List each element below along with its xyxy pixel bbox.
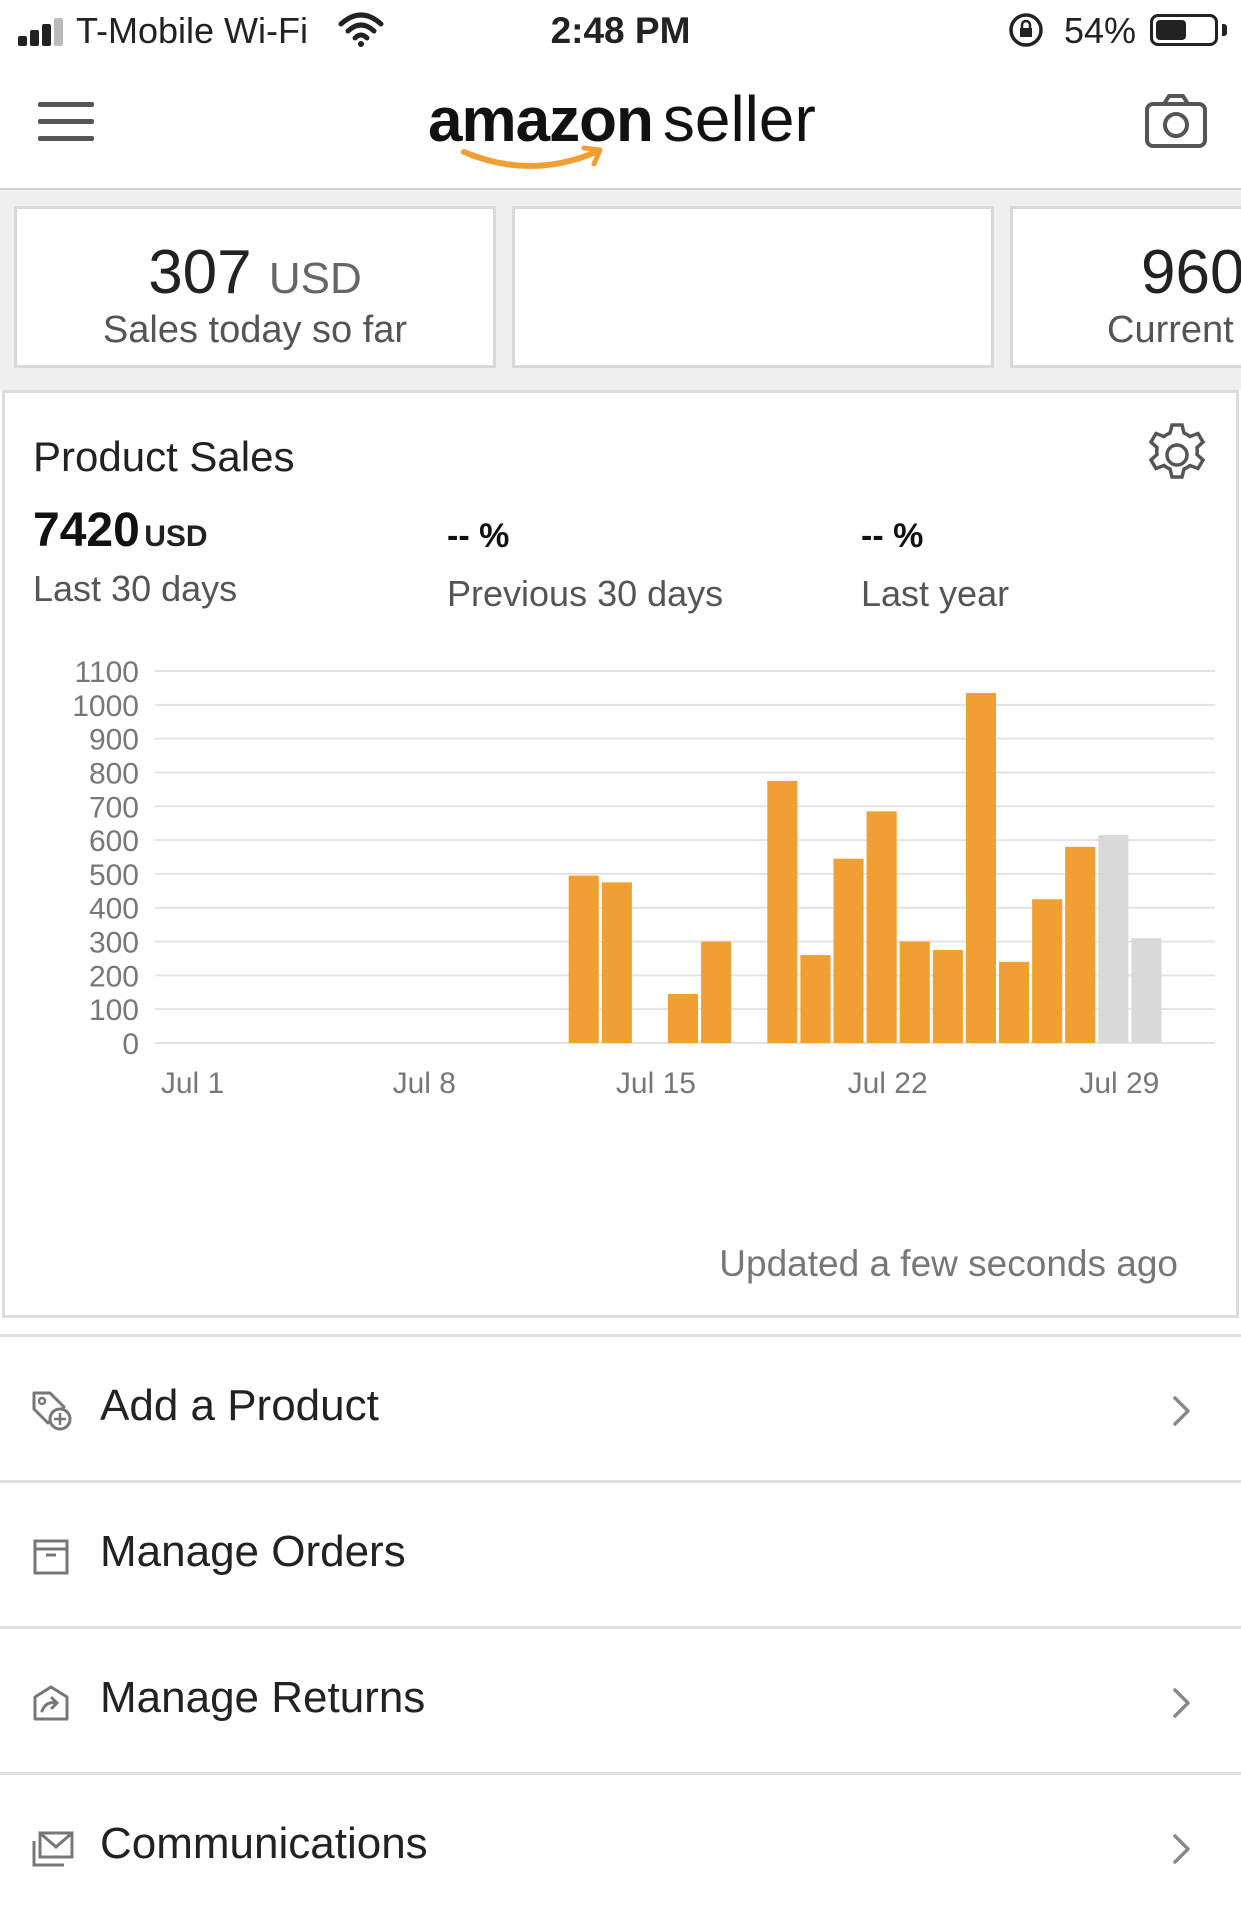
y-tick-label: 1000	[72, 690, 139, 723]
battery-level-fill	[1156, 20, 1186, 40]
stat-last-30-value: 7420	[33, 504, 140, 557]
list-item-label: Communications	[100, 1819, 428, 1868]
bar	[767, 780, 798, 1043]
y-tick-label: 100	[89, 994, 139, 1027]
tag-plus-icon	[32, 1391, 72, 1431]
current-card[interactable]: 960 Current	[1010, 206, 1241, 368]
stat-last-year-value: -- %	[861, 517, 924, 555]
bar	[1098, 835, 1129, 1043]
chevron-right-icon	[1173, 1834, 1190, 1864]
sales-today-label: Sales today so far	[102, 309, 408, 351]
box-icon	[33, 1539, 69, 1575]
sales-today-unit: USD	[268, 254, 362, 303]
camera-icon[interactable]	[1144, 92, 1208, 150]
bar	[601, 882, 632, 1043]
sales-today-value: 307 USD	[17, 237, 493, 308]
stat-last-30-label: Last 30 days	[33, 568, 238, 609]
bar	[1065, 846, 1096, 1043]
list-item-add-product[interactable]: Add a Product	[0, 1334, 1241, 1483]
y-tick-label: 600	[89, 825, 139, 858]
y-tick-label: 0	[122, 1028, 139, 1061]
bar	[965, 692, 996, 1043]
bar	[899, 941, 930, 1043]
bar	[833, 858, 864, 1043]
y-tick-label: 800	[89, 757, 139, 790]
list-item-label: Add a Product	[100, 1381, 379, 1430]
bar	[1131, 938, 1162, 1043]
stat-last-30-unit: USD	[144, 520, 208, 553]
status-bar: T-Mobile Wi-Fi 2:48 PM 54%	[0, 0, 1241, 62]
bar	[568, 875, 599, 1043]
battery-cap	[1222, 24, 1227, 36]
y-tick-label: 900	[89, 724, 139, 757]
stat-previous-30: -- % Previous 30 days	[447, 503, 723, 615]
updated-timestamp: Updated a few seconds ago	[719, 1243, 1178, 1284]
battery-icon	[1150, 14, 1218, 46]
list-item-communications[interactable]: Communications	[0, 1772, 1241, 1921]
y-tick-label: 500	[89, 859, 139, 892]
bar	[800, 955, 831, 1043]
bar	[866, 811, 897, 1043]
list-item-manage-returns[interactable]: Manage Returns	[0, 1626, 1241, 1775]
list-item-label: Manage Returns	[100, 1673, 426, 1722]
sales-today-card[interactable]: 307 USD Sales today so far	[14, 206, 496, 368]
bar	[701, 941, 732, 1043]
bar	[999, 961, 1030, 1043]
logo-text-sub: seller	[662, 83, 816, 155]
stat-last-30: 7420 USD Last 30 days	[33, 503, 237, 610]
clock: 2:48 PM	[550, 10, 691, 51]
list-item-manage-orders[interactable]: Manage Orders	[0, 1480, 1241, 1629]
chevron-right-icon	[1173, 1396, 1190, 1426]
rotation-lock-icon	[1009, 13, 1043, 47]
summary-cards: 307 USD Sales today so far 960 Current	[0, 190, 1241, 390]
gear-icon[interactable]	[1141, 419, 1213, 491]
y-tick-label: 200	[89, 960, 139, 993]
chevron-right-icon	[1173, 1688, 1190, 1718]
blank-card[interactable]	[512, 206, 994, 368]
stat-last-year: -- % Last year	[861, 503, 1009, 615]
current-label: Current	[1107, 309, 1234, 351]
stat-previous-30-label: Previous 30 days	[447, 573, 724, 614]
stat-previous-30-value: -- %	[447, 517, 510, 555]
x-tick-label: Jul 29	[1079, 1067, 1159, 1100]
logo-smile-arrow	[461, 145, 603, 169]
bar	[932, 950, 963, 1043]
y-tick-label: 300	[89, 927, 139, 960]
x-tick-label: Jul 22	[848, 1067, 928, 1100]
x-tick-label: Jul 1	[161, 1067, 224, 1100]
y-tick-label: 1100	[74, 656, 139, 689]
panel-title: Product Sales	[33, 433, 295, 480]
amazon-seller-logo: amazon seller	[428, 82, 828, 169]
stat-last-30-value-row: 7420 USD	[33, 503, 237, 558]
y-tick-label: 700	[89, 791, 139, 824]
sales-bar-chart: 010020030040050060070080090010001100 Jul …	[72, 656, 1215, 1100]
hamburger-menu-icon[interactable]	[38, 102, 94, 142]
current-value: 960	[1141, 238, 1241, 307]
sales-today-number: 307	[148, 238, 252, 307]
return-box-icon	[33, 1685, 69, 1721]
product-sales-panel: Product Sales 7420 USD Last 30 days -- %…	[2, 390, 1239, 1318]
battery-percent: 54%	[1064, 10, 1137, 51]
envelope-icon	[32, 1831, 74, 1867]
x-tick-label: Jul 15	[616, 1067, 696, 1100]
bar	[668, 993, 699, 1043]
app-header: amazon seller	[0, 62, 1241, 190]
y-tick-label: 400	[89, 893, 139, 926]
stat-last-year-label: Last year	[861, 573, 1010, 614]
bar	[1032, 899, 1063, 1043]
x-tick-label: Jul 8	[393, 1067, 456, 1100]
list-item-label: Manage Orders	[100, 1527, 406, 1576]
